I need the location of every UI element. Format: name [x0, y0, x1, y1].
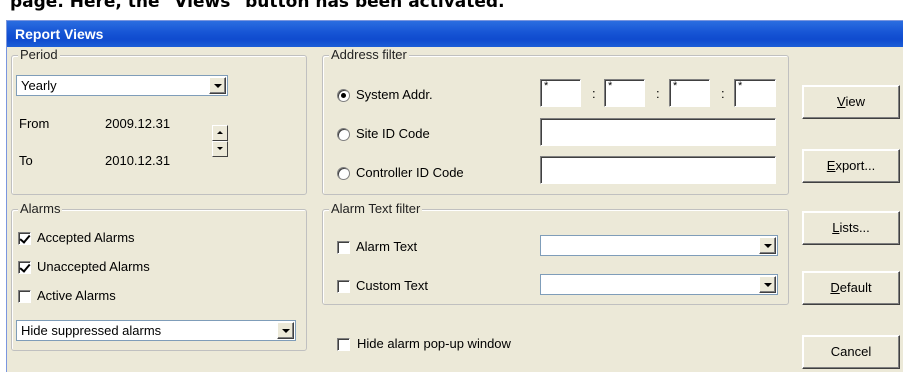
- system-addr-radio[interactable]: [337, 89, 350, 102]
- default-button[interactable]: Default: [802, 271, 900, 305]
- controller-id-radio[interactable]: [337, 167, 350, 180]
- export-button[interactable]: Export...: [802, 149, 900, 183]
- view-label: iew: [845, 94, 865, 109]
- site-id-input[interactable]: [540, 118, 776, 146]
- custom-text-select[interactable]: [540, 274, 778, 295]
- spin-down-icon[interactable]: [212, 141, 228, 157]
- controller-id-input[interactable]: [540, 156, 776, 184]
- to-label: To: [19, 153, 33, 168]
- active-alarms-label: Active Alarms: [37, 288, 116, 303]
- site-id-label: Site ID Code: [356, 126, 430, 141]
- alarms-group: Alarms Accepted Alarms Unaccepted Alarms…: [11, 201, 307, 351]
- custom-text-checkbox[interactable]: [337, 280, 350, 293]
- period-group: Period Yearly From 2009.12.31 To 2010.12…: [11, 47, 307, 195]
- to-date: 2010.12.31: [105, 153, 171, 168]
- document-caption: page. Here, the "Views" button has been …: [10, 0, 505, 12]
- report-views-dialog: Report Views Period Yearly From 2009.12.…: [6, 20, 903, 372]
- period-legend: Period: [18, 47, 60, 62]
- addr-field-3[interactable]: *: [669, 79, 710, 107]
- addr-separator: :: [592, 86, 596, 101]
- cancel-button[interactable]: Cancel: [802, 335, 900, 369]
- unaccepted-alarms-label: Unaccepted Alarms: [37, 259, 150, 274]
- addr-field-4[interactable]: *: [734, 79, 776, 107]
- suppressed-alarms-select[interactable]: Hide suppressed alarms: [16, 320, 296, 341]
- addr-separator: :: [721, 86, 725, 101]
- custom-text-label: Custom Text: [356, 278, 429, 293]
- chevron-down-icon[interactable]: [759, 237, 776, 254]
- system-addr-label: System Addr.: [356, 87, 433, 102]
- hide-popup-label: Hide alarm pop-up window: [357, 336, 511, 351]
- alarm-text-select[interactable]: [540, 235, 778, 256]
- chevron-down-icon[interactable]: [277, 322, 294, 339]
- accepted-alarms-checkbox[interactable]: [18, 232, 31, 245]
- address-filter-group: Address filter System Addr. * : * : * : …: [322, 47, 789, 195]
- unaccepted-alarms-checkbox[interactable]: [18, 261, 31, 274]
- active-alarms-checkbox[interactable]: [18, 290, 31, 303]
- default-label: efault: [839, 280, 872, 295]
- addr-field-2[interactable]: *: [604, 79, 645, 107]
- alarm-text-filter-group: Alarm Text filter Alarm Text Custom Text: [322, 201, 789, 305]
- site-id-radio[interactable]: [337, 128, 350, 141]
- accepted-alarms-label: Accepted Alarms: [37, 230, 135, 245]
- lists-button[interactable]: Lists...: [802, 211, 900, 245]
- export-label: xport...: [835, 158, 876, 173]
- view-button[interactable]: View: [802, 85, 900, 119]
- lists-label: ists...: [839, 220, 870, 235]
- chevron-down-icon[interactable]: [209, 77, 226, 94]
- period-select[interactable]: Yearly: [16, 75, 228, 96]
- chevron-down-icon[interactable]: [759, 276, 776, 293]
- dialog-title: Report Views: [7, 21, 903, 47]
- dialog-client: Period Yearly From 2009.12.31 To 2010.12…: [7, 47, 903, 372]
- addr-field-1[interactable]: *: [540, 79, 581, 107]
- from-label: From: [19, 116, 50, 131]
- default-accel: D: [830, 280, 840, 295]
- alarm-text-checkbox[interactable]: [337, 241, 350, 254]
- addr-separator: :: [656, 86, 660, 101]
- alarm-text-filter-legend: Alarm Text filter: [329, 201, 423, 216]
- address-filter-legend: Address filter: [329, 47, 409, 62]
- hide-popup-checkbox[interactable]: [337, 338, 350, 351]
- controller-id-label: Controller ID Code: [356, 165, 464, 180]
- spin-up-icon[interactable]: [212, 125, 228, 141]
- period-select-value: Yearly: [21, 78, 57, 93]
- suppressed-alarms-value: Hide suppressed alarms: [21, 323, 162, 338]
- date-spinner[interactable]: [212, 125, 228, 157]
- alarms-legend: Alarms: [18, 201, 63, 216]
- from-date: 2009.12.31: [105, 116, 171, 131]
- alarm-text-label: Alarm Text: [356, 239, 418, 254]
